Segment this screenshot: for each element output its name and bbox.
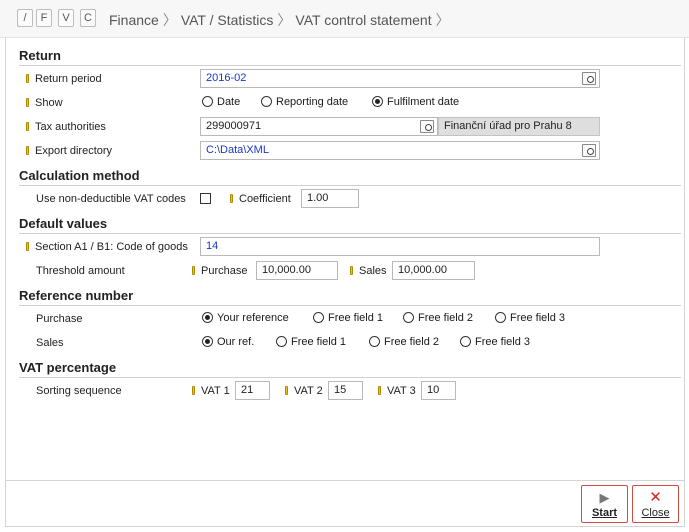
radio-sales-free-field-1[interactable]: Free field 1 (276, 335, 346, 349)
breadcrumb-vat-statistics[interactable]: VAT / Statistics (181, 12, 274, 28)
required-icon (192, 266, 195, 275)
close-button[interactable]: ✕ Close (632, 485, 679, 523)
vat2-input[interactable]: 15 (328, 381, 363, 400)
required-icon (26, 122, 29, 131)
required-icon (350, 266, 353, 275)
required-icon (192, 386, 195, 395)
reference-sales-label: Sales (36, 337, 64, 349)
radio-purchase-your-reference[interactable]: Your reference (202, 311, 289, 325)
quick-button-v[interactable]: V (58, 9, 74, 27)
required-icon (26, 98, 29, 107)
close-icon: ✕ (649, 489, 662, 506)
radio-show-date[interactable]: Date (202, 95, 240, 109)
threshold-sales-input[interactable]: 10,000.00 (392, 261, 475, 280)
chevron-right-icon: 〉 (162, 12, 177, 28)
sorting-sequence-label: Sorting sequence (36, 385, 122, 397)
coefficient-input[interactable]: 1.00 (301, 189, 359, 208)
tax-authority-name: Finanční úřad pro Prahu 8 (438, 117, 600, 136)
threshold-sales-label: Sales (350, 264, 387, 278)
quick-button-slash[interactable]: / (17, 9, 33, 27)
vat2-label: VAT 2 (285, 384, 323, 398)
radio-sales-free-field-3[interactable]: Free field 3 (460, 335, 530, 349)
tax-authorities-label: Tax authorities (26, 120, 106, 134)
top-bar: / F V C Finance 〉 VAT / Statistics 〉 VAT con… (0, 0, 689, 38)
play-icon: ▶ (599, 490, 610, 505)
quick-button-c[interactable]: C (80, 9, 96, 27)
section-default-values: Default values (19, 217, 681, 234)
chevron-right-icon: 〉 (435, 12, 450, 28)
code-of-goods-label: Section A1 / B1: Code of goods (26, 240, 188, 254)
show-label: Show (26, 96, 63, 110)
lookup-icon[interactable] (420, 120, 434, 133)
nondeductible-label: Use non-deductible VAT codes (36, 193, 186, 205)
radio-sales-free-field-2[interactable]: Free field 2 (369, 335, 439, 349)
section-calculation-method: Calculation method (19, 169, 681, 186)
folder-browse-icon[interactable] (582, 144, 596, 157)
section-vat-percentage: VAT percentage (19, 361, 681, 378)
export-directory-input[interactable]: C:\Data\XML (200, 141, 600, 160)
lookup-icon[interactable] (582, 72, 596, 85)
nondeductible-checkbox[interactable] (200, 193, 211, 204)
breadcrumb-vat-control-statement[interactable]: VAT control statement (295, 12, 431, 28)
required-icon (26, 242, 29, 251)
coefficient-label: Coefficient (230, 192, 291, 206)
footer-divider (6, 480, 684, 481)
radio-purchase-free-field-3[interactable]: Free field 3 (495, 311, 565, 325)
vat1-label: VAT 1 (192, 384, 230, 398)
radio-show-reporting-date[interactable]: Reporting date (261, 95, 348, 109)
chevron-right-icon: 〉 (277, 12, 292, 28)
radio-show-fulfilment-date[interactable]: Fulfilment date (372, 95, 459, 109)
radio-purchase-free-field-1[interactable]: Free field 1 (313, 311, 383, 325)
required-icon (26, 146, 29, 155)
threshold-label: Threshold amount (36, 265, 125, 277)
export-directory-label: Export directory (26, 144, 112, 158)
required-icon (285, 386, 288, 395)
return-period-input[interactable]: 2016-02 (200, 69, 600, 88)
reference-purchase-label: Purchase (36, 313, 83, 325)
threshold-purchase-label: Purchase (192, 264, 247, 278)
breadcrumb-finance[interactable]: Finance (109, 12, 159, 28)
breadcrumb: Finance 〉 VAT / Statistics 〉 VAT control sta… (109, 10, 454, 30)
tax-authorities-input[interactable]: 299000971 (200, 117, 438, 136)
form-panel: Return Return period 2016-02 Show Date R… (5, 38, 685, 527)
required-icon (230, 194, 233, 203)
quick-button-f[interactable]: F (36, 9, 52, 27)
start-button[interactable]: ▶ Start (581, 485, 628, 523)
vat1-input[interactable]: 21 (235, 381, 270, 400)
vat3-input[interactable]: 10 (421, 381, 456, 400)
radio-purchase-free-field-2[interactable]: Free field 2 (403, 311, 473, 325)
required-icon (378, 386, 381, 395)
threshold-purchase-input[interactable]: 10,000.00 (256, 261, 338, 280)
section-return: Return (19, 49, 681, 66)
section-reference-number: Reference number (19, 289, 681, 306)
vat3-label: VAT 3 (378, 384, 416, 398)
required-icon (26, 74, 29, 83)
radio-sales-our-ref[interactable]: Our ref. (202, 335, 254, 349)
return-period-label: Return period (26, 72, 102, 86)
code-of-goods-input[interactable]: 14 (200, 237, 600, 256)
